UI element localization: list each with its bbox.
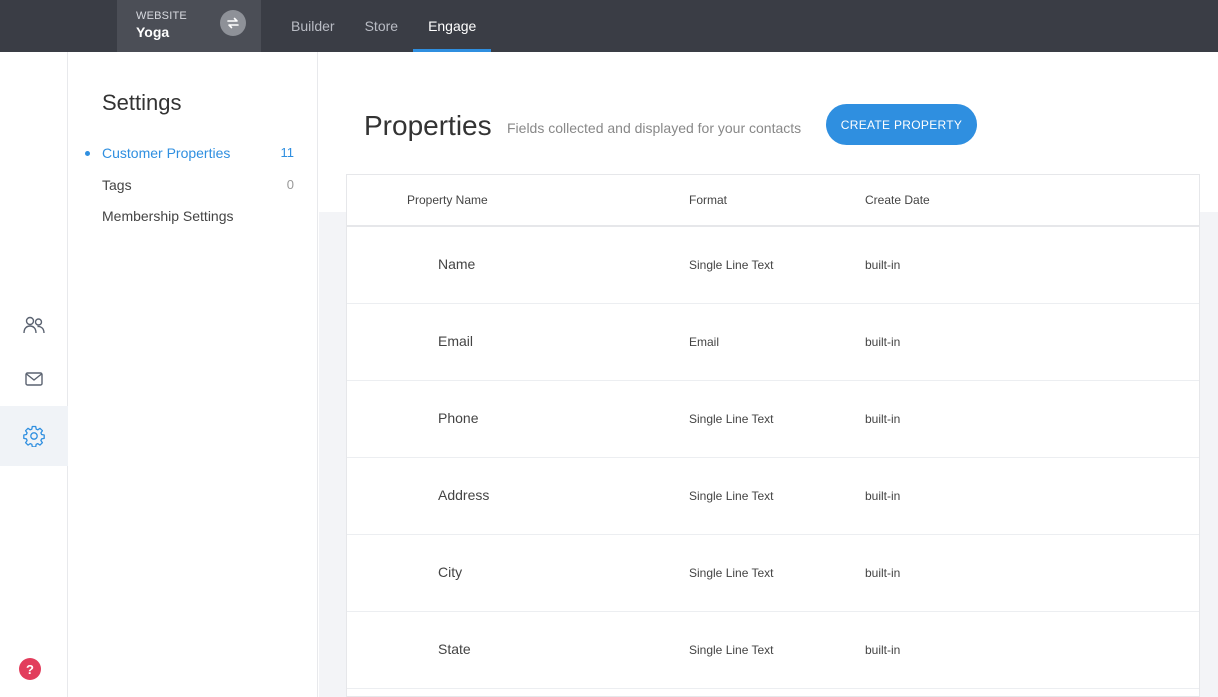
swap-arrows-icon xyxy=(227,17,239,29)
left-icon-rail: ? xyxy=(0,52,68,697)
page-title: Properties xyxy=(364,110,492,141)
top-bar: WEBSITE Yoga Builder Store Engage xyxy=(0,0,1218,52)
rail-mail-button[interactable] xyxy=(0,351,68,407)
settings-item-label: Customer Properties xyxy=(102,145,231,161)
settings-item-label: Tags xyxy=(102,177,132,193)
main-content: Properties Fields collected and displaye… xyxy=(319,52,1218,697)
column-header-create-date[interactable]: Create Date xyxy=(865,193,930,207)
swap-site-button[interactable] xyxy=(220,10,246,36)
cell-property-name: City xyxy=(438,564,463,580)
top-nav: Builder Store Engage xyxy=(276,0,492,52)
table-row[interactable]: Email Email built-in xyxy=(347,304,1199,381)
page-subtitle: Fields collected and displayed for your … xyxy=(507,120,802,136)
contacts-icon xyxy=(23,316,45,334)
settings-item-tags[interactable]: Tags 0 xyxy=(102,177,294,193)
cell-create-date: built-in xyxy=(865,412,901,426)
nav-engage[interactable]: Engage xyxy=(413,0,492,52)
cell-property-name: State xyxy=(438,641,471,657)
cell-create-date: built-in xyxy=(865,566,901,580)
settings-item-count: 11 xyxy=(280,145,295,160)
create-property-button[interactable]: CREATE PROPERTY xyxy=(826,104,977,145)
cell-property-name: Phone xyxy=(438,410,479,426)
active-indicator-dot xyxy=(85,151,90,156)
rail-settings-button[interactable] xyxy=(0,406,68,466)
site-label: WEBSITE xyxy=(136,10,187,22)
cell-property-name: Name xyxy=(438,256,476,272)
cell-create-date: built-in xyxy=(865,258,901,272)
cell-property-name: Address xyxy=(438,487,490,503)
nav-builder[interactable]: Builder xyxy=(276,0,350,52)
table-row[interactable]: State Single Line Text built-in xyxy=(347,612,1199,689)
cell-format: Single Line Text xyxy=(689,489,774,503)
nav-store[interactable]: Store xyxy=(350,0,413,52)
gear-icon xyxy=(23,425,45,447)
cell-format: Single Line Text xyxy=(689,412,774,426)
table-row[interactable]: Address Single Line Text built-in xyxy=(347,458,1199,535)
cell-create-date: built-in xyxy=(865,335,901,349)
help-button[interactable]: ? xyxy=(19,658,41,680)
cell-format: Email xyxy=(689,335,720,349)
cell-format: Single Line Text xyxy=(689,643,774,657)
settings-item-label: Membership Settings xyxy=(102,208,234,224)
site-name: Yoga xyxy=(136,24,170,40)
table-row[interactable]: Phone Single Line Text built-in xyxy=(347,381,1199,458)
cell-create-date: built-in xyxy=(865,643,901,657)
column-header-format[interactable]: Format xyxy=(689,193,727,207)
table-row[interactable]: Name Single Line Text built-in xyxy=(347,227,1199,304)
cell-property-name: Email xyxy=(438,333,474,349)
settings-title: Settings xyxy=(102,90,182,115)
settings-item-customer-properties[interactable]: Customer Properties 11 xyxy=(102,145,294,161)
settings-item-count: 0 xyxy=(286,177,294,192)
rail-contacts-button[interactable] xyxy=(0,297,68,353)
settings-panel: Settings Customer Properties 11 Tags 0 M… xyxy=(69,52,318,697)
column-header-property-name[interactable]: Property Name xyxy=(407,193,488,207)
mail-icon xyxy=(25,372,43,386)
cell-create-date: built-in xyxy=(865,489,901,503)
cell-format: Single Line Text xyxy=(689,566,774,580)
site-switcher[interactable]: WEBSITE Yoga xyxy=(117,0,261,52)
settings-item-membership-settings[interactable]: Membership Settings xyxy=(102,208,294,224)
cell-format: Single Line Text xyxy=(689,258,774,272)
table-row[interactable]: City Single Line Text built-in xyxy=(347,535,1199,612)
table-header: Property Name Format Create Date xyxy=(347,175,1199,227)
properties-table: Property Name Format Create Date Name Si… xyxy=(346,174,1200,697)
